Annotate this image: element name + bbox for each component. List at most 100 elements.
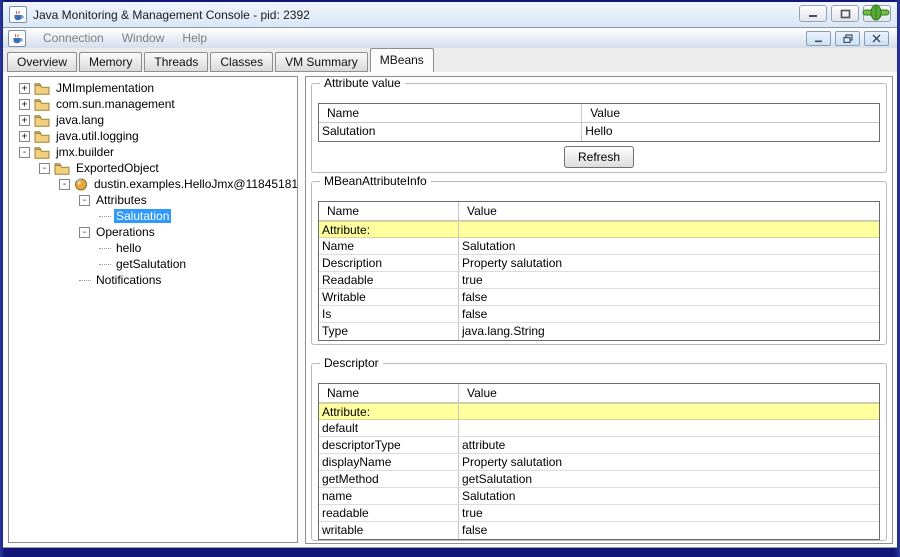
tab-memory[interactable]: Memory xyxy=(79,52,143,72)
mbean-icon xyxy=(75,178,87,191)
title-bar[interactable]: Java Monitoring & Management Console - p… xyxy=(3,2,897,27)
cell-name: Readable xyxy=(319,272,459,288)
maximize-icon xyxy=(840,9,850,18)
table-row[interactable]: readable true xyxy=(319,505,879,522)
table-row[interactable]: name Salutation xyxy=(319,488,879,505)
mbean-tree[interactable]: + JMImplementation + com.sun.management + jav… xyxy=(8,76,298,543)
table-row[interactable]: displayName Property salutation xyxy=(319,454,879,471)
column-header-value[interactable]: Value xyxy=(459,202,879,220)
menu-item-help[interactable]: Help xyxy=(173,29,216,47)
cell-name: Type xyxy=(319,323,459,340)
tree-node-label: com.sun.management xyxy=(56,97,175,111)
expand-toggle-icon[interactable]: + xyxy=(19,130,30,142)
window-title: Java Monitoring & Management Console - p… xyxy=(33,7,310,22)
column-header-name[interactable]: Name xyxy=(319,104,583,122)
tree-guide-line xyxy=(99,215,111,217)
frame-restore-button[interactable] xyxy=(835,31,860,46)
table-row[interactable]: Type java.lang.String xyxy=(319,323,879,340)
menu-item-window[interactable]: Window xyxy=(113,29,174,47)
tab-classes[interactable]: Classes xyxy=(210,52,274,72)
table-row[interactable]: default xyxy=(319,420,879,437)
menu-bar: Connection Window Help xyxy=(3,27,897,48)
tree-node-hello[interactable]: hello xyxy=(9,240,297,256)
cell-value: Property salutation xyxy=(462,256,563,270)
column-header-name[interactable]: Name xyxy=(319,202,459,220)
tree-node-dustin-examples-hellojmx-11845181[interactable]: - dustin.examples.HelloJmx@11845181 xyxy=(9,176,297,192)
tree-node-exportedobject[interactable]: - ExportedObject xyxy=(9,160,297,176)
collapse-toggle-icon[interactable]: - xyxy=(79,194,90,206)
tree-node-label: java.util.logging xyxy=(56,129,139,143)
collapse-toggle-icon[interactable]: - xyxy=(59,178,70,190)
tree-node-java-util-logging[interactable]: + java.util.logging xyxy=(9,128,297,144)
tree-node-salutation[interactable]: Salutation xyxy=(9,208,297,224)
tree-guide-line xyxy=(99,247,111,249)
tree-node-label: java.lang xyxy=(56,113,105,127)
mbeans-tab-content: + JMImplementation + com.sun.management + jav… xyxy=(3,72,897,548)
tree-node-label: hello xyxy=(116,241,142,255)
cell-name: getMethod xyxy=(319,471,459,487)
column-header-value[interactable]: Value xyxy=(459,384,879,402)
cell-value: false xyxy=(462,307,488,321)
tree-node-getsalutation[interactable]: getSalutation xyxy=(9,256,297,272)
column-header-value[interactable]: Value xyxy=(582,104,879,122)
tab-vm-summary[interactable]: VM Summary xyxy=(275,52,368,72)
folder-icon xyxy=(54,162,70,175)
tree-node-jmx-builder[interactable]: - jmx.builder xyxy=(9,144,297,160)
collapse-toggle-icon[interactable]: - xyxy=(79,226,90,238)
cell-name: Writable xyxy=(319,289,459,305)
expand-toggle-icon[interactable]: + xyxy=(19,98,30,110)
cell-name: Salutation xyxy=(319,123,583,141)
table-row[interactable]: Salutation Hello xyxy=(319,123,879,141)
expand-toggle-icon[interactable]: + xyxy=(19,82,30,94)
tab-threads[interactable]: Threads xyxy=(144,52,209,72)
frame-minimize-button[interactable] xyxy=(806,31,831,46)
table-row[interactable]: descriptorType attribute xyxy=(319,437,879,454)
cell-value: true xyxy=(462,273,483,287)
table-row[interactable]: Readable true xyxy=(319,272,879,289)
frame-restore-icon xyxy=(842,34,853,43)
frame-close-button[interactable] xyxy=(864,31,889,46)
tree-guide-line xyxy=(79,279,91,281)
folder-icon-wrap xyxy=(34,130,50,143)
tab-overview[interactable]: Overview xyxy=(7,52,78,72)
table-row[interactable]: Attribute: xyxy=(319,403,879,420)
tree-node-com-sun-management[interactable]: + com.sun.management xyxy=(9,96,297,112)
tree-node-java-lang[interactable]: + java.lang xyxy=(9,112,297,128)
table-row[interactable]: writable false xyxy=(319,522,879,539)
menu-item-connection[interactable]: Connection xyxy=(34,29,113,47)
maximize-button[interactable] xyxy=(831,5,859,22)
table-header-row: Name Value xyxy=(319,104,879,123)
cell-value xyxy=(459,222,879,237)
table-header-row: Name Value xyxy=(319,384,879,403)
table-row[interactable]: getMethod getSalutation xyxy=(319,471,879,488)
collapse-toggle-icon[interactable]: - xyxy=(39,162,50,174)
folder-icon xyxy=(34,130,50,143)
folder-icon xyxy=(34,146,50,159)
tree-node-attributes[interactable]: - Attributes xyxy=(9,192,297,208)
tree-node-label: Notifications xyxy=(96,273,162,287)
collapse-toggle-icon[interactable]: - xyxy=(19,146,30,158)
tree-node-operations[interactable]: - Operations xyxy=(9,224,297,240)
tree-node-label: ExportedObject xyxy=(76,161,159,175)
cell-value: getSalutation xyxy=(462,472,533,486)
table-row[interactable]: Name Salutation xyxy=(319,238,879,255)
tab-mbeans[interactable]: MBeans xyxy=(369,48,434,72)
tree-node-jmimplementation[interactable]: + JMImplementation xyxy=(9,80,297,96)
tree-node-notifications[interactable]: Notifications xyxy=(9,272,297,288)
table-row[interactable]: Description Property salutation xyxy=(319,255,879,272)
cell-name: Attribute: xyxy=(319,404,459,419)
folder-icon xyxy=(34,82,50,95)
table-row[interactable]: Is false xyxy=(319,306,879,323)
minimize-button[interactable] xyxy=(799,5,827,22)
mbean-attribute-info-table: Name Value Attribute: Name Salutation Descrip… xyxy=(318,201,880,341)
table-row[interactable]: Attribute: xyxy=(319,221,879,238)
cell-value: Property salutation xyxy=(462,455,563,469)
attribute-value-groupbox: Attribute value Name Value Salutation Hello… xyxy=(311,77,887,173)
refresh-button[interactable]: Refresh xyxy=(564,146,634,168)
mbean-attribute-info-groupbox: MBeanAttributeInfo Name Value Attribute: Na… xyxy=(311,174,887,345)
expand-toggle-icon[interactable]: + xyxy=(19,114,30,126)
table-row[interactable]: Writable false xyxy=(319,289,879,306)
column-header-name[interactable]: Name xyxy=(319,384,459,402)
tree-node-label: dustin.examples.HelloJmx@11845181 xyxy=(94,177,298,191)
cell-value: Hello xyxy=(585,124,613,138)
